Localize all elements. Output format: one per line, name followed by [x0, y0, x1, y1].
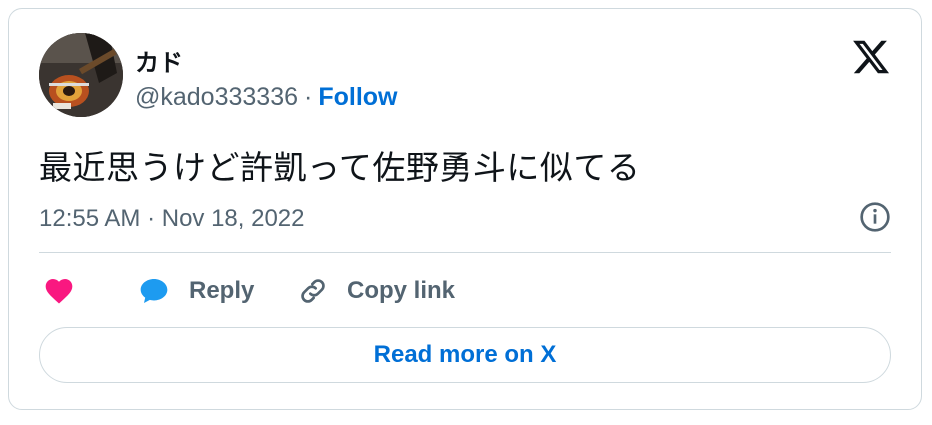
separator-dot: ·	[304, 83, 313, 111]
link-icon	[301, 279, 325, 303]
author-handle[interactable]: @kado333336	[135, 83, 298, 112]
reply-button[interactable]: Reply	[137, 273, 254, 309]
heart-icon	[45, 279, 73, 304]
avatar[interactable]	[39, 33, 123, 117]
follow-button[interactable]: Follow	[318, 83, 397, 112]
like-button[interactable]	[43, 273, 75, 309]
reply-bubble-icon	[140, 279, 168, 303]
avatar-image	[39, 33, 123, 117]
info-icon[interactable]	[859, 201, 891, 233]
reply-label: Reply	[189, 277, 255, 304]
copy-link-button[interactable]: Copy link	[297, 273, 455, 309]
copy-link-label: Copy link	[347, 277, 456, 304]
tweet-timestamp[interactable]: 12:55 AM · Nov 18, 2022	[39, 205, 305, 233]
embedded-tweet-card: カド @kado333336 · Follow 最近思うけど許凱って佐野勇斗に似…	[8, 8, 922, 410]
read-more-button[interactable]: Read more on X	[39, 327, 891, 383]
handle-row: @kado333336 · Follow	[135, 83, 398, 112]
author-display-name[interactable]: カド	[135, 43, 183, 78]
divider	[39, 252, 891, 253]
tweet-text: 最近思うけど許凱って佐野勇斗に似てる	[39, 148, 641, 187]
x-logo-icon[interactable]	[851, 37, 891, 77]
